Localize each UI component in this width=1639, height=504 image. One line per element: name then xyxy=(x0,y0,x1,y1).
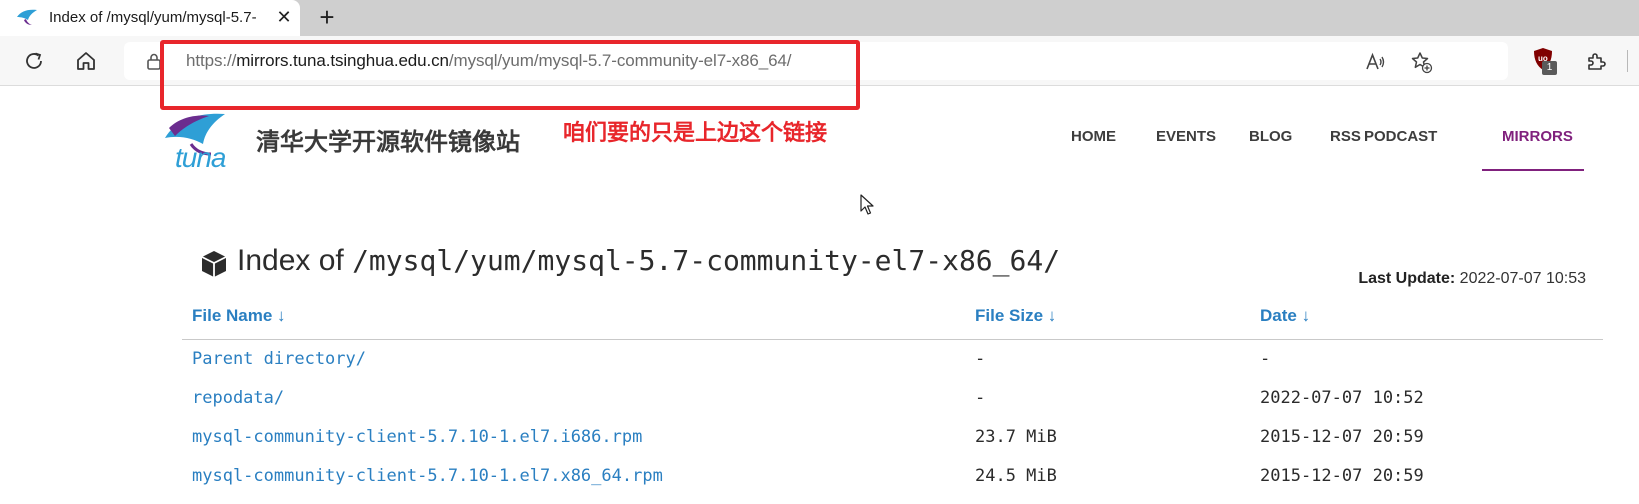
file-link[interactable]: Parent directory/ xyxy=(192,349,366,369)
new-tab-icon[interactable]: + xyxy=(313,4,341,32)
file-link[interactable]: repodata/ xyxy=(192,388,284,408)
toolbar-divider xyxy=(1627,50,1628,72)
file-size: 23.7 MiB xyxy=(975,427,1057,447)
nav-events[interactable]: EVENTS xyxy=(1156,128,1216,145)
nav-home[interactable]: HOME xyxy=(1071,128,1116,145)
refresh-icon[interactable] xyxy=(18,45,50,77)
nav-blog[interactable]: BLOG xyxy=(1249,128,1292,145)
index-title: Index of /mysql/yum/mysql-5.7-community-… xyxy=(237,244,1060,278)
browser-tab[interactable]: Index of /mysql/yum/mysql-5.7- ✕ xyxy=(0,0,300,36)
file-date: 2015-12-07 20:59 xyxy=(1260,427,1424,447)
file-date: 2015-12-07 20:59 xyxy=(1260,466,1424,486)
last-update: Last Update: 2022-07-07 10:53 xyxy=(1358,270,1586,288)
tab-strip: Index of /mysql/yum/mysql-5.7- ✕ + xyxy=(0,0,1639,36)
nav-active-underline xyxy=(1482,169,1584,171)
file-size: 24.5 MiB xyxy=(975,466,1057,486)
column-header-file-name[interactable]: File Name ↓ xyxy=(192,306,286,326)
file-link[interactable]: mysql-community-client-5.7.10-1.el7.x86_… xyxy=(192,466,663,486)
ublock-extension-icon[interactable]: uo 1 xyxy=(1528,45,1560,77)
mouse-cursor-icon xyxy=(860,194,874,215)
nav-rss[interactable]: RSS xyxy=(1330,128,1361,145)
tuna-logo[interactable]: tuna xyxy=(161,108,243,173)
header-divider xyxy=(182,339,1603,340)
favorite-add-icon[interactable] xyxy=(1408,49,1434,75)
home-icon[interactable] xyxy=(70,45,102,77)
table-row: mysql-community-client-5.7.10-1.el7.x86_… xyxy=(0,466,1639,504)
nav-podcast[interactable]: PODCAST xyxy=(1364,128,1437,145)
file-size: - xyxy=(975,388,986,408)
table-row: mysql-community-client-5.7.10-1.el7.i686… xyxy=(0,427,1639,465)
file-date: 2022-07-07 10:52 xyxy=(1260,388,1424,408)
extensions-puzzle-icon[interactable] xyxy=(1580,45,1612,77)
tuna-favicon-icon xyxy=(17,9,37,25)
cube-icon xyxy=(201,251,227,277)
table-row: Parent directory/ - - xyxy=(0,349,1639,387)
column-header-date[interactable]: Date ↓ xyxy=(1260,306,1310,326)
nav-mirrors[interactable]: MIRRORS xyxy=(1502,128,1573,145)
index-title-path: /mysql/yum/mysql-5.7-community-el7-x86_6… xyxy=(352,244,1061,277)
table-row: repodata/ - 2022-07-07 10:52 xyxy=(0,388,1639,426)
logo-text: tuna xyxy=(175,142,226,173)
tab-title: Index of /mysql/yum/mysql-5.7- xyxy=(49,9,257,26)
annotation-highlight-box xyxy=(160,40,860,110)
read-aloud-icon[interactable] xyxy=(1362,49,1388,75)
close-tab-icon[interactable]: ✕ xyxy=(273,6,295,28)
last-update-label: Last Update: xyxy=(1358,270,1456,287)
file-link[interactable]: mysql-community-client-5.7.10-1.el7.i686… xyxy=(192,427,642,447)
file-date: - xyxy=(1260,349,1271,369)
index-title-prefix: Index of xyxy=(237,244,353,277)
last-update-value: 2022-07-07 10:53 xyxy=(1459,270,1586,287)
extension-badge-count: 1 xyxy=(1542,61,1557,75)
annotation-text: 咱们要的只是上边这个链接 xyxy=(563,120,828,145)
file-size: - xyxy=(975,349,986,369)
site-name[interactable]: 清华大学开源软件镜像站 xyxy=(256,122,520,157)
column-header-file-size[interactable]: File Size ↓ xyxy=(975,306,1056,326)
